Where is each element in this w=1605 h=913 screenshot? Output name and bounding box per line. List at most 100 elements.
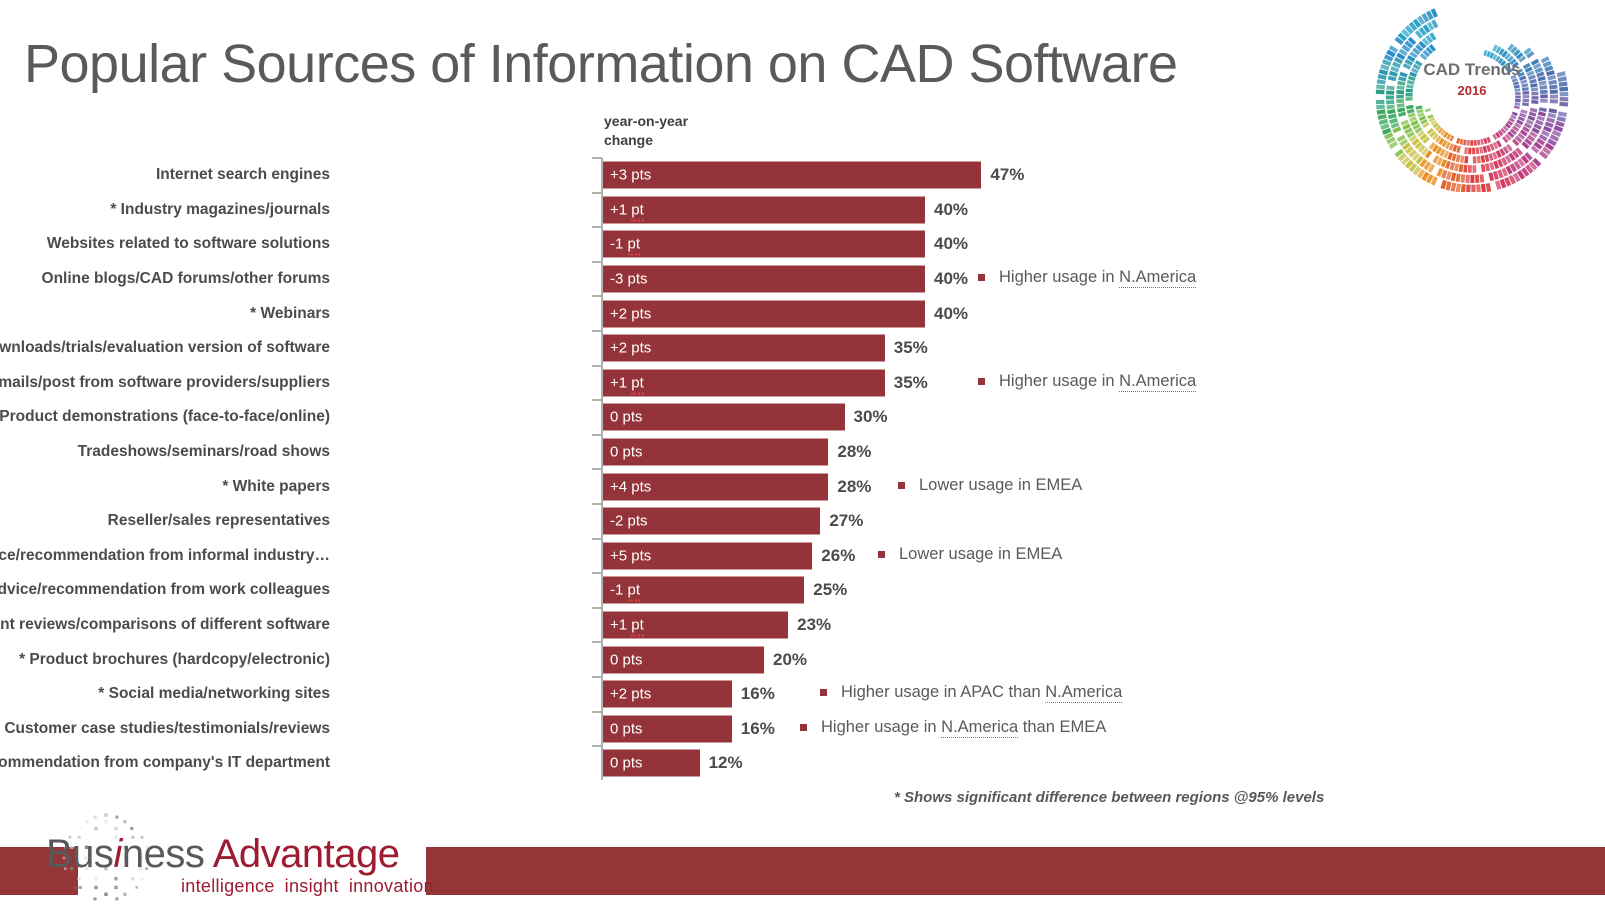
bar: +1 pt	[603, 611, 789, 639]
bar: 0 pts	[603, 438, 829, 466]
category-label: Advice/recommendation from informal indu…	[0, 546, 330, 564]
bar-row: Internet search engines +3 pts 47%	[0, 157, 1350, 193]
bar: +2 pts	[603, 680, 732, 708]
category-label: Customer case studies/testimonials/revie…	[4, 719, 330, 737]
axis-tick	[592, 468, 602, 471]
bar: -1 pt	[603, 576, 805, 604]
axis-tick	[592, 226, 602, 229]
axis-tick	[592, 433, 602, 436]
bar-row: * Product brochures (hardcopy/electronic…	[0, 641, 1350, 677]
region-annotation: Higher usage in N.America	[978, 371, 1197, 392]
annotation-text: Lower usage in EMEA	[919, 475, 1083, 494]
bar-change-label: +2 pts	[610, 339, 652, 357]
category-label: Free downloads/trials/evaluation version…	[0, 339, 330, 357]
bar-row: * Industry magazines/journals +1 pt 40%	[0, 191, 1350, 228]
bar: +4 pts	[603, 473, 829, 501]
bar: 0 pts	[603, 749, 700, 777]
annotation-bullet-icon	[978, 274, 985, 282]
bar-change-label: +1 pt	[603, 616, 644, 637]
annotation-bullet-icon	[878, 550, 885, 558]
bar-change-label: +1 pt	[603, 201, 644, 222]
category-label: Independent reviews/comparisons of diffe…	[0, 616, 330, 634]
value-label: 28%	[837, 476, 872, 496]
category-label: * Social media/networking sites	[98, 685, 330, 703]
region-annotation: Lower usage in EMEA	[878, 545, 1062, 564]
bar: -2 pts	[603, 507, 821, 535]
category-label: Emails/post from software providers/supp…	[0, 373, 330, 391]
value-label: 40%	[934, 303, 969, 323]
category-label: Websites related to software solutions	[46, 235, 330, 253]
annotation-text: Lower usage in EMEA	[899, 544, 1063, 563]
category-label: Internet search engines	[155, 166, 330, 184]
bar-change-label: +1 pt	[603, 374, 644, 395]
bar-row: Advice/recommendation from company's IT …	[0, 745, 1350, 781]
value-label: 25%	[813, 580, 848, 600]
bar-change-label: 0 pts	[610, 443, 643, 461]
bar-change-label: -3 pts	[610, 270, 648, 288]
bar: +2 pts	[603, 334, 885, 362]
bar: +2 pts	[603, 300, 925, 328]
bar: +1 pt	[603, 196, 925, 224]
bar-row: Advice/recommendation from informal indu…	[0, 537, 1350, 574]
bar-row: * Product demonstrations (face-to-face/o…	[0, 399, 1350, 435]
bar-row: Independent reviews/comparisons of diffe…	[0, 606, 1350, 643]
bar-row: Reseller/sales representatives -2 pts 27%	[0, 502, 1350, 539]
brand-tagline: intelligence insight innovation	[181, 876, 444, 897]
bar: 0 pts	[603, 646, 764, 674]
value-label: 27%	[829, 511, 864, 531]
axis-tick	[592, 191, 602, 194]
annotation-text: Higher usage in N.America	[999, 371, 1197, 392]
axis-tick	[592, 641, 602, 644]
value-label: 23%	[797, 615, 832, 635]
annotation-text: Higher usage in APAC than N.America	[841, 683, 1123, 704]
bar-change-label: +2 pts	[610, 685, 652, 703]
axis-tick	[592, 295, 602, 298]
bar-change-label: +2 pts	[610, 305, 652, 323]
annotation-bullet-icon	[800, 723, 807, 731]
value-label: 40%	[934, 234, 969, 254]
bar-row: Tradeshows/seminars/road shows 0 pts 28%	[0, 433, 1350, 470]
bar-row: Free downloads/trials/evaluation version…	[0, 329, 1350, 366]
category-label: Tradeshows/seminars/road shows	[77, 443, 330, 461]
bar-change-label: 0 pts	[610, 408, 643, 426]
axis-tick	[592, 745, 602, 748]
bar: +5 pts	[603, 542, 813, 570]
axis-tick	[592, 329, 602, 332]
region-annotation: Higher usage in N.America than EMEA	[800, 717, 1106, 738]
bar-change-label: 0 pts	[610, 754, 643, 772]
axis-tick	[592, 710, 602, 713]
bar-change-label: +4 pts	[610, 478, 652, 496]
bar-row: * White papers +4 pts 28%	[0, 468, 1350, 504]
tagline-insight: insight	[284, 876, 339, 896]
region-annotation: Higher usage in APAC than N.America	[820, 683, 1123, 704]
brand-word-ness: ness	[121, 832, 205, 876]
value-label: 35%	[893, 372, 928, 392]
bar: -3 pts	[603, 265, 925, 293]
bar-rows-container: Internet search engines +3 pts 47% * Indust…	[0, 157, 1350, 781]
bar: -1 pt	[603, 230, 925, 258]
axis-tick	[592, 364, 602, 367]
bar-change-label: 0 pts	[610, 720, 643, 738]
bar-change-label: +3 pts	[610, 166, 652, 184]
bar-row: Websites related to software solutions -1…	[0, 226, 1350, 262]
value-label: 35%	[893, 338, 928, 358]
annotation-bullet-icon	[820, 689, 827, 697]
annotation-text: Higher usage in N.America	[999, 268, 1197, 289]
bar-change-label: 0 pts	[610, 651, 643, 669]
brand-word-i: i	[113, 832, 122, 876]
brand-wordmark: Business Advantage	[46, 830, 400, 878]
year-on-year-column-header: year-on-year change	[604, 113, 689, 148]
annotation-bullet-icon	[978, 377, 985, 385]
category-label: * Industry magazines/journals	[110, 200, 330, 218]
axis-tick	[592, 260, 602, 263]
cad-trends-circular-logo	[1375, 8, 1569, 192]
value-label: 47%	[990, 165, 1025, 185]
category-label: Advice/recommendation from work colleagu…	[0, 581, 330, 599]
bar: 0 pts	[603, 403, 845, 431]
value-label: 16%	[740, 684, 775, 704]
axis-tick	[592, 157, 602, 159]
axis-tick	[592, 606, 602, 609]
brand-word-bus: Bus	[46, 832, 114, 876]
tagline-intelligence: intelligence	[181, 876, 275, 896]
slide-canvas: Popular Sources of Information on CAD So…	[0, 0, 1605, 913]
